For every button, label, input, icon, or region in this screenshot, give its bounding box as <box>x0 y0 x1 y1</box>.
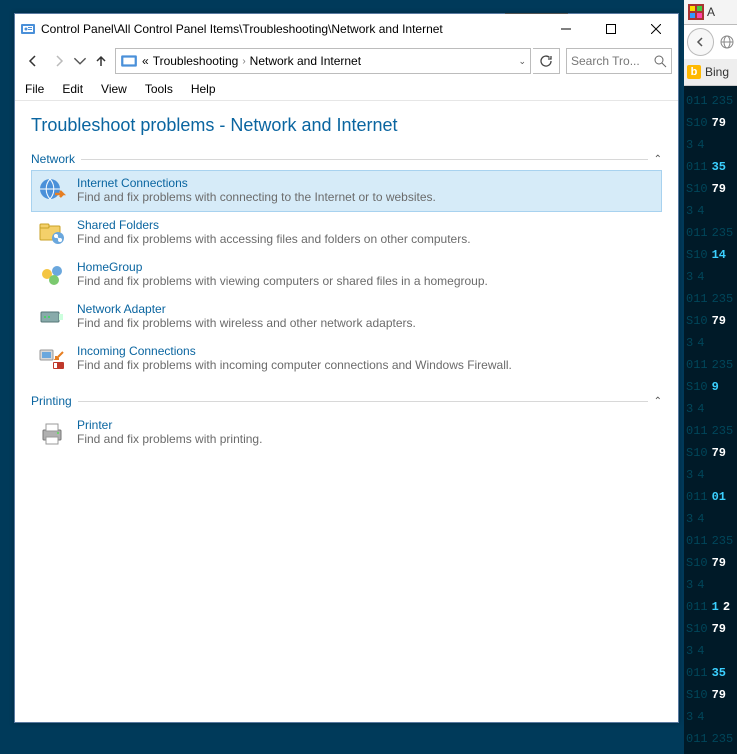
troubleshooter-item[interactable]: PrinterFind and fix problems with printi… <box>31 412 662 454</box>
troubleshooter-name: HomeGroup <box>77 260 488 274</box>
browser-back-button[interactable] <box>687 28 714 56</box>
browser-tabs-fragment: b Bing <box>684 59 737 86</box>
troubleshooter-desc: Find and fix problems with accessing fil… <box>77 232 471 246</box>
browser-app-label: A <box>707 5 715 19</box>
close-icon <box>651 24 661 34</box>
control-panel-icon <box>120 52 138 70</box>
nav-forward-button <box>47 49 71 73</box>
minimize-button[interactable] <box>543 15 588 43</box>
arrow-right-icon <box>51 53 67 69</box>
browser-nav-fragment <box>684 25 737 59</box>
window-title: Control Panel\All Control Panel Items\Tr… <box>41 22 543 36</box>
arrow-left-icon <box>695 36 707 48</box>
menu-file[interactable]: File <box>25 82 44 96</box>
group-header-printing[interactable]: Printing ⌃ <box>31 394 662 408</box>
nav-up-button[interactable] <box>89 49 113 73</box>
bing-icon: b <box>687 65 701 79</box>
content-pane: Troubleshoot problems - Network and Inte… <box>15 101 678 454</box>
maximize-icon <box>606 24 616 34</box>
refresh-button[interactable] <box>533 48 560 74</box>
troubleshooter-item[interactable]: Network AdapterFind and fix problems wit… <box>31 296 662 338</box>
troubleshooter-desc: Find and fix problems with viewing compu… <box>77 274 488 288</box>
troubleshooter-icon <box>37 418 67 448</box>
nav-back-button[interactable] <box>21 49 45 73</box>
troubleshooter-name: Internet Connections <box>77 176 436 190</box>
chevron-up-icon[interactable]: ⌃ <box>654 154 662 165</box>
nav-history-dropdown[interactable] <box>73 49 87 73</box>
menu-bar: File Edit View Tools Help <box>15 78 678 101</box>
background-browser-strip: A b Bing 011235S10793401135S107934011235… <box>684 0 737 754</box>
troubleshooter-icon <box>37 344 67 374</box>
app-icon <box>688 4 704 20</box>
arrow-up-icon <box>93 53 109 69</box>
troubleshooter-desc: Find and fix problems with printing. <box>77 432 262 446</box>
breadcrumb-prefix: « <box>142 54 149 68</box>
address-bar[interactable]: « Troubleshooting › Network and Internet… <box>115 48 531 74</box>
search-input[interactable]: Search Tro... <box>566 48 672 74</box>
troubleshooter-icon <box>37 176 67 206</box>
menu-edit[interactable]: Edit <box>62 82 83 96</box>
troubleshooter-name: Incoming Connections <box>77 344 512 358</box>
breadcrumb-seg-1[interactable]: Troubleshooting <box>153 54 239 68</box>
chevron-right-icon: › <box>242 56 245 67</box>
troubleshooter-name: Printer <box>77 418 262 432</box>
troubleshooter-item[interactable]: Internet ConnectionsFind and fix problem… <box>31 170 662 212</box>
search-placeholder: Search Tro... <box>571 54 654 68</box>
troubleshooter-name: Shared Folders <box>77 218 471 232</box>
menu-help[interactable]: Help <box>191 82 216 96</box>
troubleshooter-icon <box>37 218 67 248</box>
background-code-column: 011235S10793401135S107934011235S10143401… <box>684 86 737 754</box>
close-button[interactable] <box>633 15 678 43</box>
troubleshooter-item[interactable]: Incoming ConnectionsFind and fix problem… <box>31 338 662 380</box>
control-panel-window: Control Panel\All Control Panel Items\Tr… <box>14 13 679 723</box>
troubleshooter-desc: Find and fix problems with wireless and … <box>77 316 416 330</box>
menu-tools[interactable]: Tools <box>145 82 173 96</box>
troubleshooter-desc: Find and fix problems with incoming comp… <box>77 358 512 372</box>
group-label: Printing <box>31 394 72 408</box>
nav-row: « Troubleshooting › Network and Internet… <box>15 44 678 78</box>
globe-icon <box>720 35 734 49</box>
control-panel-icon <box>20 21 36 37</box>
troubleshooter-item[interactable]: Shared FoldersFind and fix problems with… <box>31 212 662 254</box>
titlebar[interactable]: Control Panel\All Control Panel Items\Tr… <box>15 14 678 44</box>
troubleshooter-item[interactable]: HomeGroupFind and fix problems with view… <box>31 254 662 296</box>
minimize-icon <box>561 24 571 34</box>
browser-toolbar-fragment: A <box>684 0 737 25</box>
chevron-down-icon <box>73 53 87 69</box>
group-label: Network <box>31 152 75 166</box>
troubleshooter-name: Network Adapter <box>77 302 416 316</box>
troubleshooter-icon <box>37 260 67 290</box>
troubleshooter-icon <box>37 302 67 332</box>
breadcrumb-seg-2[interactable]: Network and Internet <box>250 54 361 68</box>
browser-tab-label[interactable]: Bing <box>705 65 729 79</box>
arrow-left-icon <box>25 53 41 69</box>
browser-refresh-button[interactable] <box>717 32 737 52</box>
menu-view[interactable]: View <box>101 82 127 96</box>
refresh-icon <box>539 54 553 68</box>
troubleshooter-desc: Find and fix problems with connecting to… <box>77 190 436 204</box>
chevron-up-icon[interactable]: ⌃ <box>654 396 662 407</box>
page-title: Troubleshoot problems - Network and Inte… <box>31 115 662 136</box>
search-icon <box>654 55 667 68</box>
maximize-button[interactable] <box>588 15 633 43</box>
address-dropdown-icon[interactable]: ⌄ <box>518 56 526 67</box>
group-header-network[interactable]: Network ⌃ <box>31 152 662 166</box>
